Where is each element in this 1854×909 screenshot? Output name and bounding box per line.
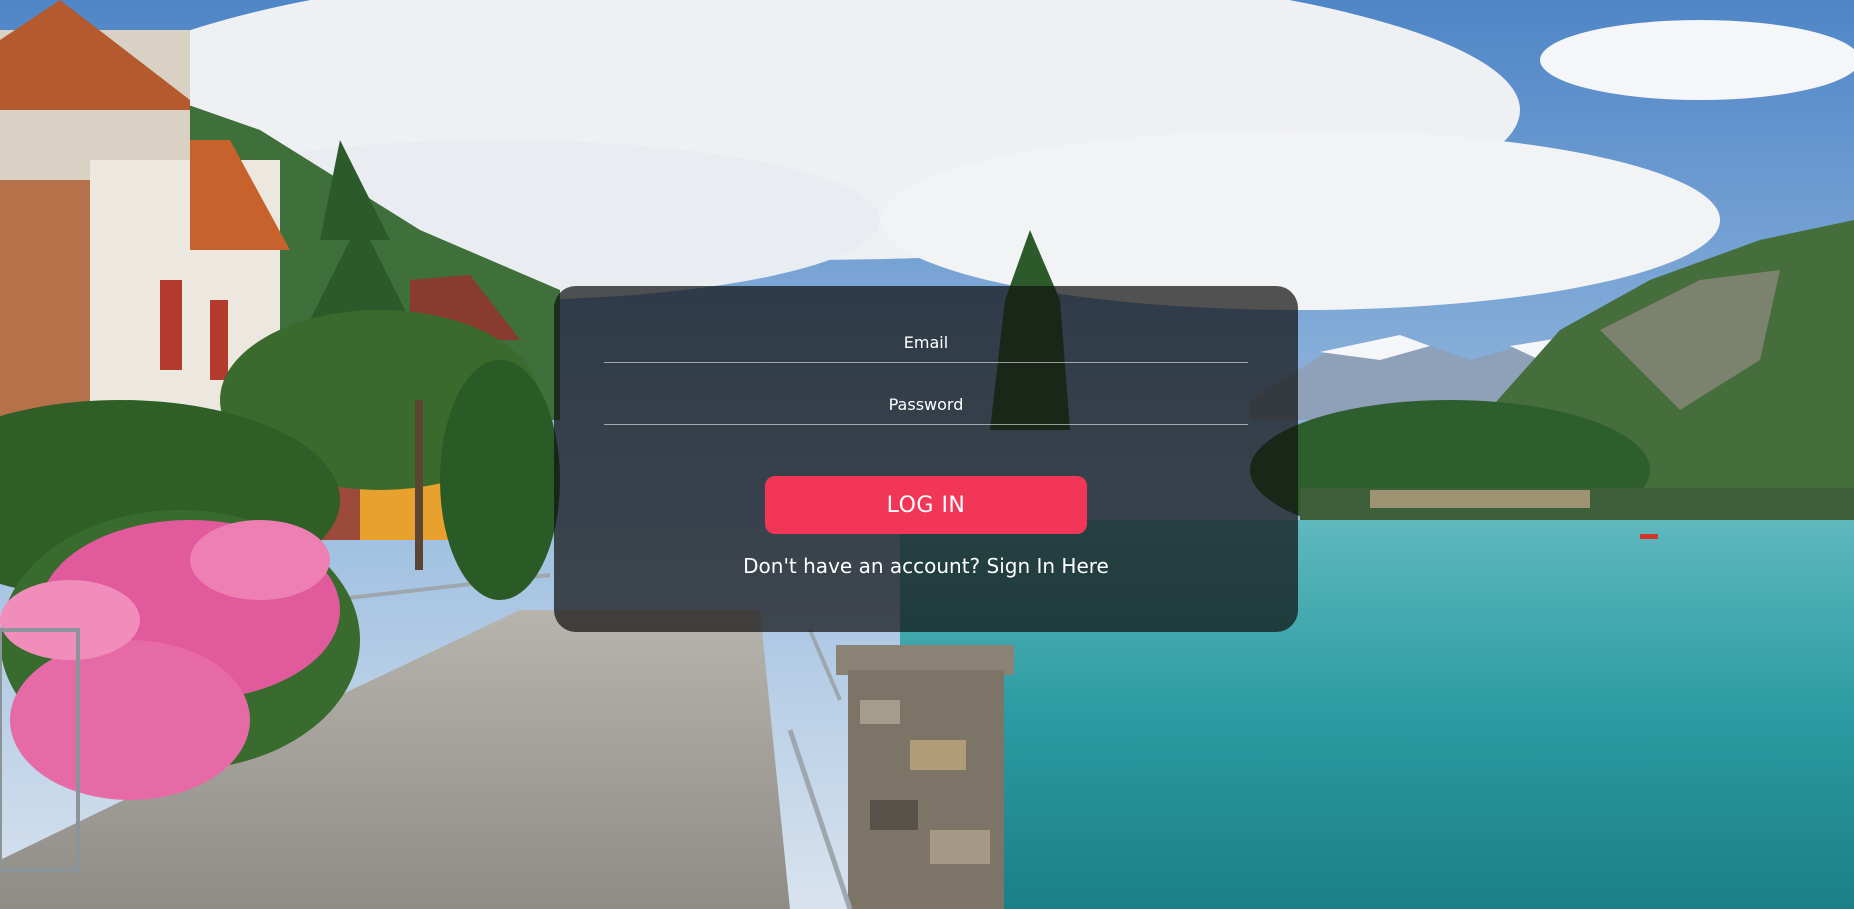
email-field-wrapper xyxy=(604,322,1248,363)
password-field-wrapper xyxy=(604,384,1248,425)
signup-link[interactable]: Sign In Here xyxy=(987,554,1109,578)
email-input[interactable] xyxy=(604,322,1248,362)
password-input[interactable] xyxy=(604,384,1248,424)
login-card: LOG IN Don't have an account? Sign In He… xyxy=(554,286,1298,632)
login-button[interactable]: LOG IN xyxy=(765,476,1087,534)
signup-prompt-line: Don't have an account? Sign In Here xyxy=(554,554,1298,578)
signup-prompt-text: Don't have an account? xyxy=(743,554,981,578)
